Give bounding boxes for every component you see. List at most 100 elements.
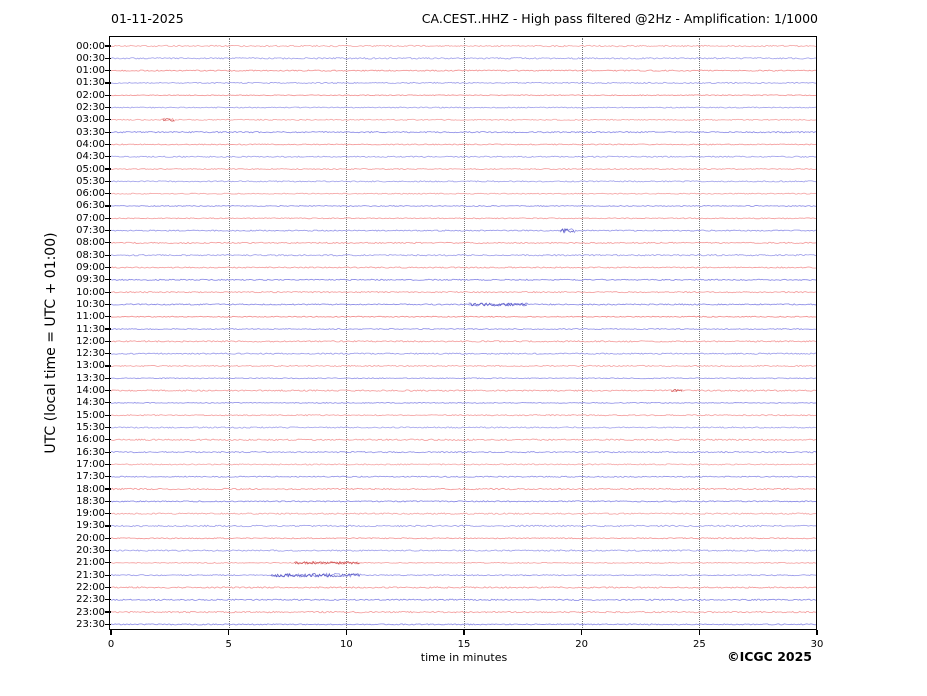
- y-tick-label: 18:00: [76, 483, 105, 495]
- y-tick: [105, 70, 111, 72]
- y-tick: [105, 340, 111, 342]
- y-tick-label: 06:30: [76, 200, 105, 212]
- y-tick: [105, 611, 111, 613]
- y-tick-label: 15:00: [76, 409, 105, 421]
- y-tick-label: 10:30: [76, 298, 105, 310]
- y-tick-label: 20:30: [76, 545, 105, 557]
- y-tick-label: 14:00: [76, 385, 105, 397]
- y-tick: [105, 193, 111, 195]
- y-tick-label: 14:30: [76, 397, 105, 409]
- y-tick: [105, 131, 111, 133]
- y-tick: [105, 229, 111, 232]
- y-tick-label: 23:30: [76, 618, 105, 630]
- plot-frame: [109, 36, 818, 631]
- y-tick: [105, 549, 111, 552]
- y-tick: [105, 451, 111, 453]
- y-tick: [105, 82, 111, 84]
- y-tick: [105, 57, 111, 59]
- y-tick: [105, 389, 111, 392]
- y-tick-label: 01:00: [76, 65, 105, 77]
- x-tick-label: 10: [339, 639, 353, 650]
- y-tick-label: 16:00: [76, 434, 105, 446]
- x-tick: [345, 630, 347, 635]
- seismogram-page: 01-11-2025 CA.CEST..HHZ - High pass filt…: [0, 0, 927, 696]
- y-tick: [105, 537, 111, 539]
- y-tick-label: 18:30: [76, 495, 105, 507]
- y-tick-label: 02:30: [76, 102, 105, 114]
- y-tick-label: 13:00: [76, 360, 105, 372]
- y-tick: [105, 488, 111, 490]
- y-tick-label: 08:30: [76, 249, 105, 261]
- x-tick-label: 25: [692, 639, 706, 650]
- x-tick: [816, 630, 818, 635]
- x-tick: [698, 630, 700, 635]
- y-tick: [105, 586, 111, 589]
- y-tick: [105, 439, 111, 441]
- y-tick: [105, 402, 111, 404]
- y-tick-label: 04:30: [76, 151, 105, 163]
- date-title: 01-11-2025: [111, 11, 184, 26]
- y-tick-label: 02:00: [76, 89, 105, 101]
- y-tick: [105, 623, 111, 625]
- y-tick: [105, 291, 111, 293]
- y-tick-label: 11:00: [76, 311, 105, 323]
- y-tick: [105, 463, 111, 465]
- x-axis-label: time in minutes: [420, 651, 508, 664]
- y-tick-label: 06:00: [76, 188, 105, 200]
- y-tick-label: 12:00: [76, 335, 105, 347]
- y-tick-label: 00:30: [76, 52, 105, 64]
- y-tick: [105, 156, 111, 158]
- x-tick-label: 5: [225, 639, 232, 650]
- x-tick-label: 20: [575, 639, 589, 650]
- y-tick: [105, 525, 111, 527]
- y-tick-label: 10:00: [76, 286, 105, 298]
- y-tick: [105, 205, 111, 207]
- y-tick: [105, 500, 111, 502]
- y-tick: [105, 254, 111, 256]
- y-tick: [105, 562, 111, 564]
- y-tick: [105, 279, 111, 281]
- y-tick: [105, 476, 111, 478]
- y-tick: [105, 106, 111, 109]
- y-tick-label: 13:30: [76, 372, 105, 384]
- y-tick-label: 15:30: [76, 421, 105, 433]
- y-tick: [105, 426, 111, 429]
- y-tick: [105, 45, 111, 47]
- y-tick-label: 07:00: [76, 212, 105, 224]
- y-tick: [105, 119, 111, 121]
- y-tick: [105, 574, 111, 576]
- y-tick-label: 05:00: [76, 163, 105, 175]
- y-tick-label: 22:00: [76, 581, 105, 593]
- y-tick-label: 20:00: [76, 532, 105, 544]
- x-tick: [228, 630, 230, 635]
- y-tick-label: 12:30: [76, 348, 105, 360]
- y-tick: [105, 513, 111, 515]
- y-tick: [105, 377, 111, 379]
- y-tick: [105, 266, 111, 269]
- y-tick-label: 03:30: [76, 126, 105, 138]
- y-tick-label: 00:00: [76, 40, 105, 52]
- y-tick-label: 16:30: [76, 446, 105, 458]
- y-tick-label: 21:00: [76, 557, 105, 569]
- y-tick-label: 23:00: [76, 606, 105, 618]
- x-tick-label: 15: [457, 639, 471, 650]
- y-tick: [105, 599, 111, 601]
- y-tick-label: 04:00: [76, 138, 105, 150]
- y-tick-label: 08:00: [76, 237, 105, 249]
- copyright-attribution: ©ICGC 2025: [727, 649, 812, 664]
- y-tick: [105, 180, 111, 182]
- y-tick-label: 01:30: [76, 77, 105, 89]
- y-tick: [105, 217, 111, 219]
- y-tick-label: 21:30: [76, 569, 105, 581]
- x-tick: [110, 630, 112, 635]
- y-tick-label: 05:30: [76, 175, 105, 187]
- y-tick-label: 19:30: [76, 520, 105, 532]
- y-tick: [105, 94, 111, 96]
- y-tick-label: 17:00: [76, 458, 105, 470]
- y-tick-label: 19:00: [76, 508, 105, 520]
- y-tick: [105, 353, 111, 355]
- y-tick: [105, 168, 111, 170]
- x-tick-label: 0: [107, 639, 115, 650]
- x-tick: [581, 630, 583, 635]
- y-tick-label: 07:30: [76, 225, 105, 237]
